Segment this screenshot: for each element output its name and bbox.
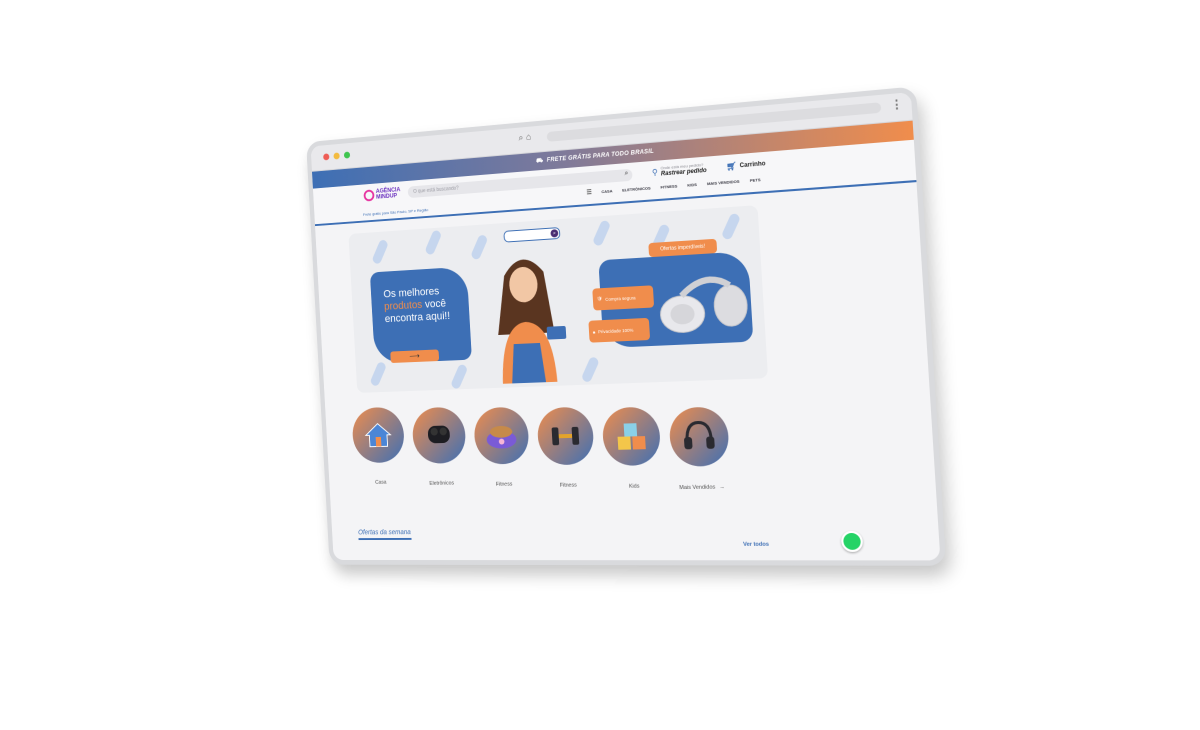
- shield-icon: 🛡︎: [596, 296, 603, 302]
- window-controls: [323, 151, 351, 161]
- nav-item-casa[interactable]: CASA: [601, 188, 612, 194]
- headphones-product-image: [650, 274, 755, 340]
- earbuds-icon: [411, 406, 467, 464]
- pet-bowl-icon: [472, 406, 531, 465]
- decor-stripe: [591, 219, 612, 248]
- hero-headline-accent: produtos: [383, 299, 423, 313]
- category-item-casa[interactable]: Casa: [349, 406, 408, 486]
- secure-label: Compra segura: [605, 294, 636, 302]
- menu-icon[interactable]: ☰: [586, 189, 592, 196]
- arrow-right-icon: →: [719, 484, 726, 491]
- category-row: Casa Eletrônicos Fitness Fitness Kids Ma…: [349, 395, 773, 503]
- decor-stripe: [580, 355, 600, 384]
- nav-item-mais-vendidos[interactable]: MAIS VENDIDOS: [707, 179, 740, 187]
- hero-search-input[interactable]: ⌕: [503, 227, 561, 243]
- browser-nav-icons: ⌕ ⌂: [518, 131, 531, 143]
- search-icon[interactable]: ⌕: [518, 132, 523, 143]
- decor-stripe: [424, 229, 443, 256]
- logo-text: AGÊNCIA MINDUP: [376, 187, 401, 200]
- cart-button[interactable]: 🛒︎ Carrinho: [725, 159, 766, 172]
- abc-blocks-icon: [601, 406, 662, 467]
- minimize-dot[interactable]: [333, 152, 340, 160]
- decor-stripe: [720, 212, 742, 241]
- track-order[interactable]: ⚲ Onde está meu pedido? Rastrear pedido: [652, 162, 707, 178]
- privacy-badge: 🔒︎ Privacidade 100%: [588, 317, 651, 343]
- headphones-icon: [668, 406, 731, 467]
- category-label-text: Mais Vendidos: [679, 484, 716, 492]
- search-icon[interactable]: ⌕: [550, 229, 559, 238]
- category-item-mais-vendidos[interactable]: Mais Vendidos →: [666, 406, 734, 491]
- logo-line-2: MINDUP: [376, 193, 398, 201]
- menu-kebab-icon[interactable]: ⋮: [890, 97, 903, 112]
- logo-mark-icon: [363, 189, 375, 202]
- secure-purchase-badge: 🛡︎ Compra segura: [592, 285, 655, 311]
- shopper-illustration: [493, 257, 567, 384]
- hero-banner[interactable]: ⌕ Os melhores produtos você encontra aqu…: [348, 205, 769, 393]
- decor-stripe: [369, 360, 388, 388]
- decor-stripe: [371, 238, 389, 266]
- search-placeholder: O que está buscando?: [413, 185, 459, 195]
- home-icon[interactable]: ⌂: [526, 131, 532, 142]
- scene: ⌕ ⌂ ⋮ ⛟ FRETE GRÁTIS PARA TODO BRASIL AG…: [0, 0, 1200, 730]
- nav-item-pets[interactable]: PETS: [750, 177, 761, 183]
- location-pin-icon: ⚲: [651, 167, 659, 177]
- search-icon[interactable]: ⌕: [624, 170, 628, 178]
- track-text: Onde está meu pedido? Rastrear pedido: [660, 162, 706, 178]
- category-item-fitness[interactable]: Fitness: [471, 406, 533, 488]
- logo[interactable]: AGÊNCIA MINDUP: [363, 187, 401, 202]
- nav-item-fitness[interactable]: FITNESS: [660, 183, 677, 189]
- nav-item-eletronicos[interactable]: ELETRÔNICOS: [622, 185, 651, 192]
- hero-cta-button[interactable]: ⟶: [390, 349, 440, 364]
- truck-icon: ⛟: [535, 158, 544, 165]
- hero-headline-card: Os melhores produtos você encontra aqui!…: [369, 266, 472, 364]
- category-item-eletronicos[interactable]: Eletrônicos: [409, 406, 470, 487]
- category-label: Mais Vendidos →: [671, 484, 734, 491]
- category-item-kids[interactable]: Kids: [599, 406, 665, 490]
- see-all-link[interactable]: Ver todos: [743, 542, 769, 548]
- cart-icon: 🛒︎: [725, 161, 737, 172]
- shipping-note: Frete grátis para São Paulo, SP e Região: [362, 207, 429, 217]
- whatsapp-icon[interactable]: [840, 530, 864, 552]
- category-label: Casa: [375, 479, 387, 486]
- browser-window: ⌕ ⌂ ⋮ ⛟ FRETE GRÁTIS PARA TODO BRASIL AG…: [306, 86, 947, 566]
- category-label: Kids: [628, 483, 640, 490]
- maximize-dot[interactable]: [343, 151, 351, 159]
- privacy-label: Privacidade 100%: [597, 327, 634, 334]
- category-label: Fitness: [559, 482, 577, 489]
- close-dot[interactable]: [323, 153, 330, 161]
- nav-item-kids[interactable]: KIDS: [687, 182, 697, 188]
- category-label: Fitness: [495, 481, 513, 488]
- lock-icon: 🔒︎: [592, 328, 596, 335]
- house-icon: [351, 406, 406, 464]
- offers-title: Ofertas da semana: [358, 529, 412, 541]
- category-label: Eletrônicos: [429, 480, 455, 487]
- cart-label: Carrinho: [739, 160, 766, 169]
- decor-stripe: [450, 363, 469, 391]
- category-item-fitness-2[interactable]: Fitness: [534, 406, 598, 489]
- dumbbell-icon: [536, 406, 595, 466]
